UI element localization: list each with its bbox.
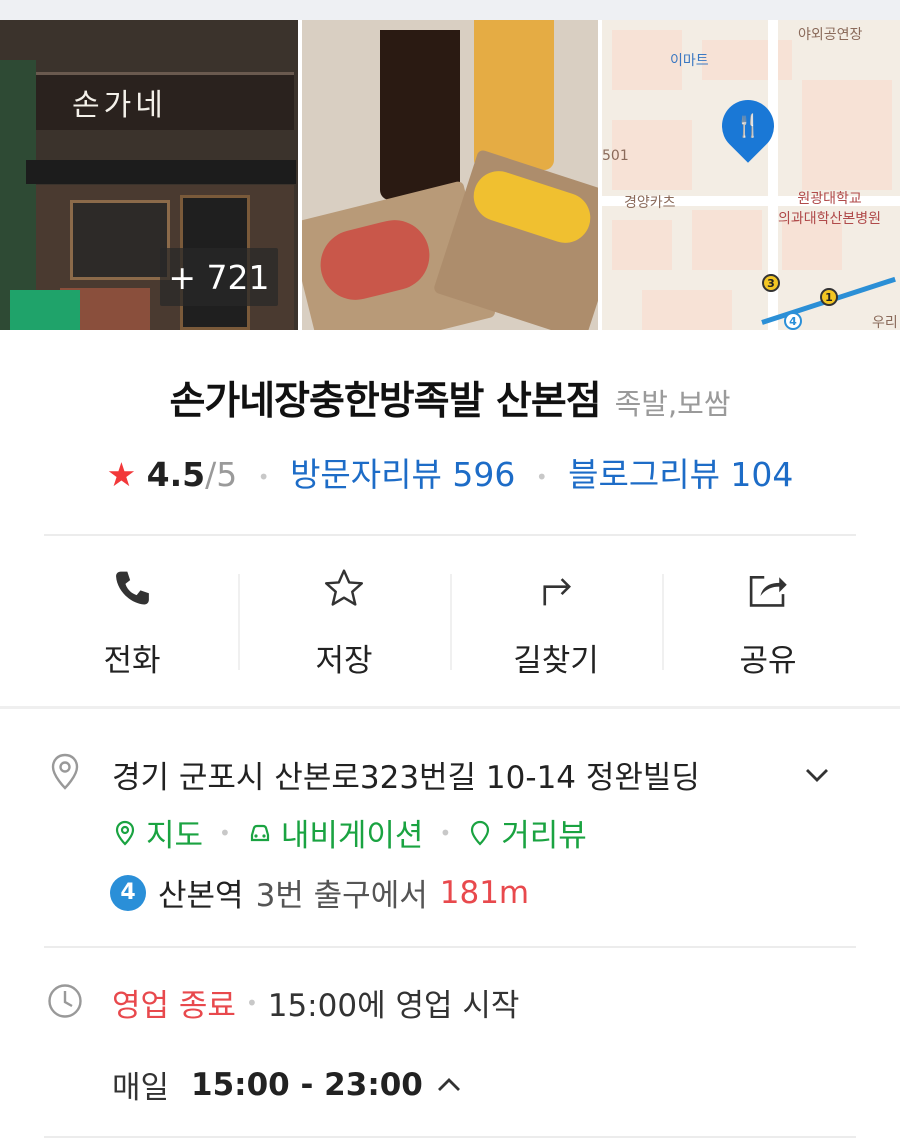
map-label-emart: 이마트 [670, 53, 709, 69]
visitor-reviews-link[interactable]: 방문자리뷰 596 [290, 455, 515, 494]
iced-tea-glass [474, 20, 554, 170]
station-distance: 181m [439, 874, 530, 911]
map-label-fragment: 501 [602, 148, 629, 164]
separator-dot: • [257, 464, 270, 489]
chevron-down-icon[interactable] [802, 760, 832, 790]
share-button[interactable]: 공유 [662, 560, 874, 680]
more-photos-badge[interactable]: + 721 [160, 248, 278, 306]
rating-max: /5 [205, 455, 238, 494]
section-divider [0, 706, 900, 709]
business-status: 영업 종료 [112, 988, 236, 1024]
divider [44, 946, 856, 948]
station-name: 산본역 [158, 878, 244, 914]
nearest-station: 4 산본역 3번 출구에서 181m [110, 870, 529, 915]
daily-label: 매일 [112, 1070, 170, 1106]
car-icon [250, 824, 269, 841]
call-button[interactable]: 전화 [26, 560, 238, 680]
directions-label: 길찾기 [513, 643, 599, 679]
map-label-hospital: 원광대학교 의과대학산본병원 [778, 191, 882, 227]
place-category: 족발,보쌈 [614, 387, 731, 421]
share-icon [749, 575, 787, 607]
streetview-pin-icon [471, 820, 490, 846]
divider [44, 534, 856, 536]
separator-dot: • [245, 990, 258, 1015]
streetview-link[interactable]: 거리뷰 [501, 810, 587, 855]
call-label: 전화 [103, 643, 161, 679]
metro-exit-1-icon: 1 [820, 288, 838, 306]
map-block [642, 290, 732, 330]
blog-reviews-link[interactable]: 블로그리뷰 104 [568, 455, 793, 494]
green-crates [10, 290, 80, 330]
photo-strip[interactable]: 손가네 + 721 야외공연장 이마트 501 경양카츠 원광대학교 의과대학산… [0, 20, 900, 330]
star-outline-icon [324, 569, 364, 606]
metro-exit-3-icon: 3 [762, 274, 780, 292]
place-header: 손가네장충한방족발 산본점 족발,보쌈 [0, 370, 900, 426]
storefront-sign-text: 손가네 [72, 88, 167, 123]
storefront-photo[interactable]: 손가네 + 721 [0, 20, 298, 330]
chevron-up-icon[interactable] [435, 1071, 463, 1099]
next-open-time: 15:00에 영업 시작 [267, 988, 520, 1024]
station-exit-desc: 3번 출구에서 [255, 878, 428, 914]
map-label-fragment-woo: 우리 [872, 315, 898, 330]
map-block [702, 40, 792, 80]
phone-icon [116, 571, 149, 605]
food-photo[interactable] [302, 20, 598, 330]
save-button[interactable]: 저장 [238, 560, 450, 680]
storefront-awning [26, 160, 296, 184]
status-bar-strip [0, 0, 900, 20]
divider [44, 1136, 856, 1138]
iced-coffee-glass [380, 30, 460, 200]
action-bar: 전화 저장 길찾기 공유 [26, 560, 874, 680]
map-block [692, 210, 762, 270]
directions-icon [543, 578, 571, 606]
map-label-outdoor-stage: 야외공연장 [798, 27, 863, 43]
clock-icon [48, 984, 82, 1018]
separator-dot: • [219, 820, 231, 845]
rating-score: 4.5 [146, 455, 206, 494]
rating-star-icon: ★ [106, 455, 137, 494]
location-pin-icon [51, 753, 79, 790]
map-link[interactable]: 지도 [146, 810, 203, 855]
separator-dot: • [535, 464, 548, 489]
navigation-link[interactable]: 내비게이션 [281, 810, 424, 855]
map-block [612, 220, 672, 270]
metro-line-4-icon: 4 [784, 312, 802, 330]
directions-button[interactable]: 길찾기 [450, 560, 662, 680]
map-thumbnail[interactable]: 야외공연장 이마트 501 경양카츠 원광대학교 의과대학산본병원 우리 🍴 3… [602, 20, 900, 330]
daily-hours-row[interactable]: 매일 15:00 - 23:00 [112, 1062, 463, 1107]
address-links: 지도 • 내비게이션 • 거리뷰 [112, 810, 587, 855]
place-name: 손가네장충한방족발 산본점 [169, 379, 601, 424]
storefront-window [70, 200, 170, 280]
hours-status-row[interactable]: 영업 종료 • 15:00에 영업 시작 [112, 980, 519, 1025]
separator-dot: • [439, 820, 452, 845]
daily-hours: 15:00 - 23:00 [191, 1066, 423, 1103]
map-block [802, 80, 892, 190]
rating-row: ★ 4.5/5 • 방문자리뷰 596 • 블로그리뷰 104 [0, 448, 900, 496]
share-label: 공유 [739, 643, 797, 679]
map-pin-small-icon [115, 820, 135, 846]
address-text[interactable]: 경기 군포시 산본로323번길 10-14 정완빌딩 [112, 752, 700, 797]
map-label-cafe: 경양카츠 [624, 195, 676, 211]
save-label: 저장 [315, 643, 373, 679]
metro-line-badge: 4 [110, 874, 146, 911]
